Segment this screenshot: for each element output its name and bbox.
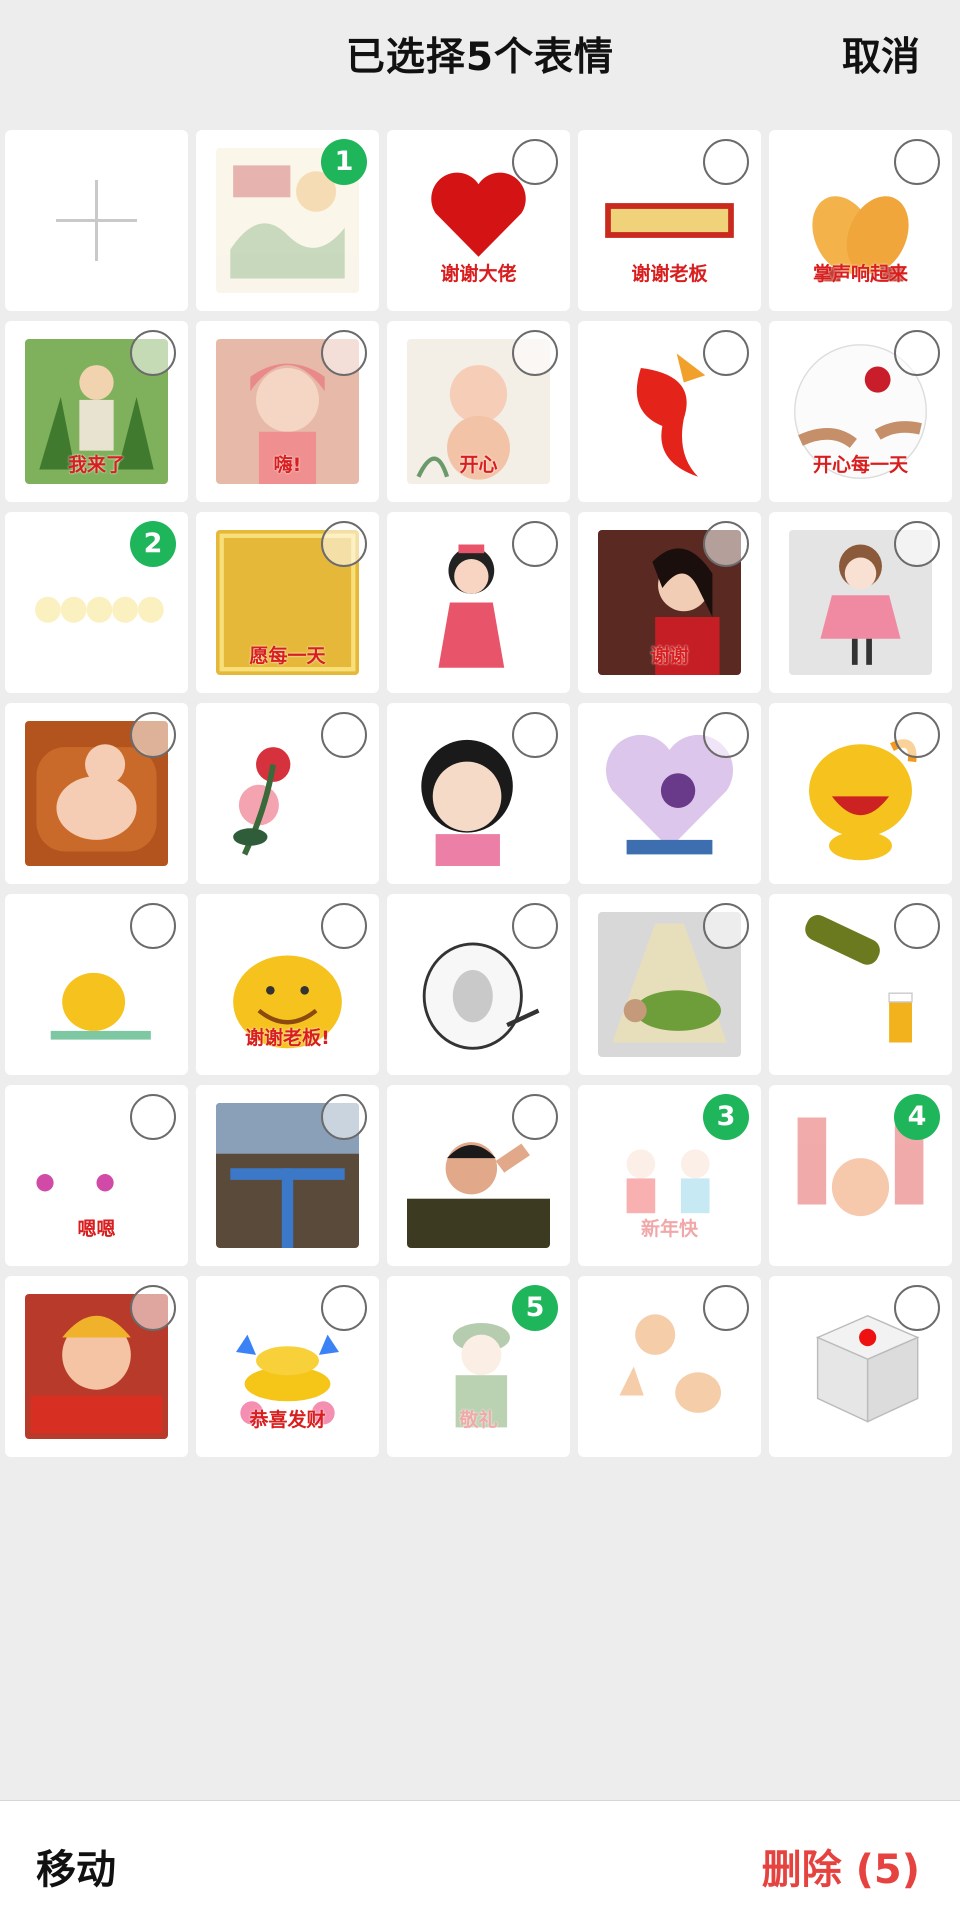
sticker-item-rose-weekend[interactable] <box>196 703 379 884</box>
sticker-item-qq-smile[interactable] <box>769 703 952 884</box>
select-checkbox[interactable] <box>703 1285 749 1331</box>
select-checkbox[interactable] <box>703 330 749 376</box>
select-checkbox[interactable] <box>321 1094 367 1140</box>
select-checkbox[interactable] <box>703 903 749 949</box>
select-checkbox[interactable] <box>703 139 749 185</box>
select-checkbox[interactable] <box>703 521 749 567</box>
sticker-caption: 嗨! <box>273 454 302 477</box>
sticker-item-cartoon-girl-pink[interactable] <box>769 512 952 693</box>
sticker-item-old-man-zongzi[interactable]: 我来了 <box>5 321 188 502</box>
add-sticker-button[interactable] <box>5 130 188 311</box>
sticker-item-red-fish[interactable] <box>578 321 761 502</box>
select-checkbox[interactable] <box>130 1094 176 1140</box>
sticker-caption: 开心每一天 <box>812 454 908 477</box>
sticker-caption: 谢谢老板 <box>631 263 708 286</box>
sticker-caption: 我来了 <box>67 454 125 477</box>
sticker-item-sleeping-man[interactable] <box>578 894 761 1075</box>
bottom-action-bar: 移动 删除 (5) <box>0 1800 960 1920</box>
selected-order-badge[interactable]: 4 <box>894 1094 940 1140</box>
sticker-item-meme-face[interactable] <box>387 894 570 1075</box>
sticker-item-dark-photo[interactable] <box>196 1085 379 1266</box>
select-checkbox[interactable] <box>894 330 940 376</box>
sticker-caption: 谢谢 <box>650 645 689 668</box>
sticker-item-rose-happy-day[interactable]: 开心每一天 <box>769 321 952 502</box>
select-checkbox[interactable] <box>512 712 558 758</box>
sticker-item-qq-thanks-boss[interactable]: 谢谢老板! <box>196 894 379 1075</box>
select-checkbox[interactable] <box>894 139 940 185</box>
select-checkbox[interactable] <box>321 521 367 567</box>
sticker-item-qq-small[interactable] <box>5 894 188 1075</box>
sticker-item-soldier-salute[interactable]: 敬礼 5 <box>387 1276 570 1457</box>
sticker-item-heart-rose[interactable] <box>578 703 761 884</box>
sticker-item-cartoon-girl-red[interactable] <box>387 512 570 693</box>
select-checkbox[interactable] <box>512 139 558 185</box>
sticker-item-hand-gestures[interactable] <box>578 1276 761 1457</box>
select-checkbox[interactable] <box>130 330 176 376</box>
sticker-grid: 1 谢谢大佬 谢谢老板 掌声响起来我来了 嗨! 开心 开心每一天 2 愿每一天 谢谢谢谢老板! 嗯嗯… <box>5 130 952 1457</box>
selected-order-badge[interactable]: 3 <box>703 1094 749 1140</box>
selected-order-badge[interactable]: 5 <box>512 1285 558 1331</box>
sticker-item-new-year-kids[interactable]: 新年快 3 <box>578 1085 761 1266</box>
select-checkbox[interactable] <box>321 330 367 376</box>
sticker-item-baby-happy[interactable]: 开心 <box>387 321 570 502</box>
move-button[interactable]: 移动 <box>36 1837 116 1895</box>
sticker-caption: 嗯嗯 <box>77 1218 116 1241</box>
sticker-caption: 新年快 <box>640 1218 698 1241</box>
sticker-item-baby-hi[interactable]: 嗨! <box>196 321 379 502</box>
select-checkbox[interactable] <box>321 903 367 949</box>
sticker-item-dragon-boat-festival[interactable]: 1 <box>196 130 379 311</box>
select-checkbox[interactable] <box>512 1094 558 1140</box>
select-checkbox[interactable] <box>321 1285 367 1331</box>
selected-order-badge[interactable]: 1 <box>321 139 367 185</box>
sticker-caption: 敬礼 <box>459 1409 498 1432</box>
sticker-caption: 掌声响起来 <box>812 263 908 286</box>
select-checkbox[interactable] <box>130 903 176 949</box>
sticker-item-man-salute[interactable] <box>387 1085 570 1266</box>
sticker-item-beer-pour[interactable] <box>769 894 952 1075</box>
select-checkbox[interactable] <box>130 712 176 758</box>
sticker-item-thanks-boss-banner[interactable]: 谢谢老板 <box>578 130 761 311</box>
sticker-item-applause-hands[interactable]: 掌声响起来 <box>769 130 952 311</box>
sticker-caption: 愿每一天 <box>249 645 326 668</box>
sticker-item-yellow-chicks[interactable]: 2 <box>5 512 188 693</box>
page-title: 已选择5个表情 <box>345 35 615 80</box>
sticker-caption: 谢谢大佬 <box>440 263 517 286</box>
select-checkbox[interactable] <box>894 521 940 567</box>
sticker-item-en-en-text[interactable]: 嗯嗯 <box>5 1085 188 1266</box>
select-checkbox[interactable] <box>512 903 558 949</box>
sticker-item-gold-ingots[interactable]: 恭喜发财 <box>196 1276 379 1457</box>
sticker-caption: 谢谢老板! <box>245 1027 330 1050</box>
select-checkbox[interactable] <box>130 1285 176 1331</box>
sticker-item-gold-sunshine[interactable]: 愿每一天 <box>196 512 379 693</box>
select-checkbox[interactable] <box>512 521 558 567</box>
sticker-item-new-year-decor[interactable]: 4 <box>769 1085 952 1266</box>
cancel-button[interactable]: 取消 <box>842 26 920 82</box>
select-checkbox[interactable] <box>894 903 940 949</box>
select-checkbox[interactable] <box>512 330 558 376</box>
select-checkbox[interactable] <box>703 712 749 758</box>
sticker-item-baby-red-envelope[interactable] <box>5 1276 188 1457</box>
selected-order-badge[interactable]: 2 <box>130 521 176 567</box>
sticker-item-red-heart[interactable]: 谢谢大佬 <box>387 130 570 311</box>
select-checkbox[interactable] <box>321 712 367 758</box>
delete-button[interactable]: 删除 (5) <box>762 1837 920 1895</box>
plus-icon <box>56 180 137 261</box>
sticker-caption: 恭喜发财 <box>249 1409 326 1432</box>
sticker-item-white-dice[interactable] <box>769 1276 952 1457</box>
sticker-item-woman-thanks[interactable]: 谢谢 <box>578 512 761 693</box>
select-checkbox[interactable] <box>894 712 940 758</box>
sticker-caption: 开心 <box>459 454 498 477</box>
sticker-item-girl-busy[interactable] <box>387 703 570 884</box>
sticker-item-baby-chair[interactable] <box>5 703 188 884</box>
top-bar: 已选择5个表情 取消 <box>0 0 960 108</box>
select-checkbox[interactable] <box>894 1285 940 1331</box>
